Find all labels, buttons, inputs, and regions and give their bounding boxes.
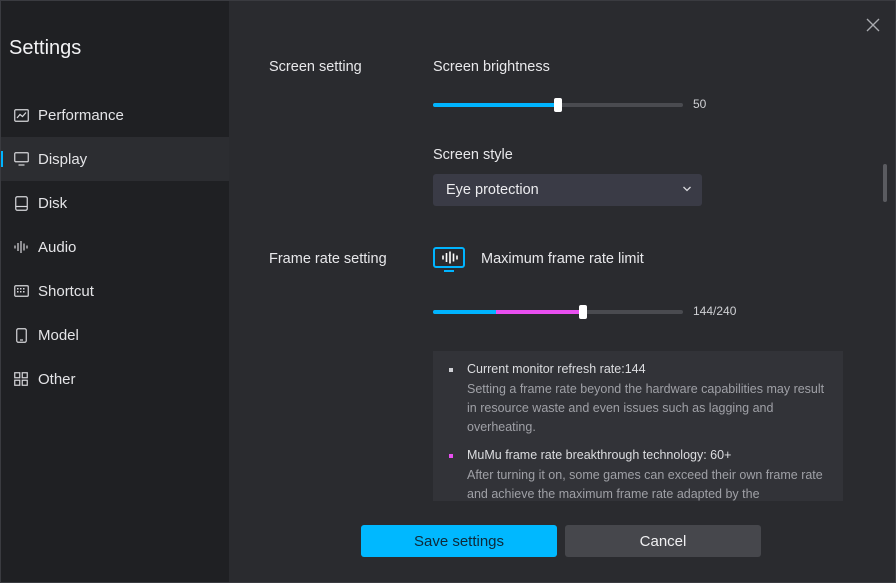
- brightness-slider-fill: [433, 103, 558, 107]
- grid-icon: [13, 371, 29, 387]
- close-icon: [866, 18, 880, 32]
- sidebar-item-performance[interactable]: Performance: [1, 93, 229, 137]
- sidebar-item-label: Model: [38, 326, 79, 344]
- disk-icon: [13, 195, 29, 211]
- refresh-rate-heading: Current monitor refresh rate:144: [467, 362, 646, 376]
- breakthrough-heading: MuMu frame rate breakthrough technology:…: [467, 448, 732, 462]
- sidebar-item-label: Performance: [38, 106, 124, 124]
- scrollbar[interactable]: [883, 164, 887, 202]
- screen-style-value: Eye protection: [446, 182, 539, 198]
- cancel-button[interactable]: Cancel: [565, 525, 761, 557]
- sidebar-item-label: Shortcut: [38, 282, 94, 300]
- bullet-icon: [449, 454, 453, 458]
- sidebar-item-audio[interactable]: Audio: [1, 225, 229, 269]
- sidebar-title: Settings: [9, 37, 82, 59]
- brightness-slider-thumb[interactable]: [554, 98, 562, 112]
- refresh-rate-description: Setting a frame rate beyond the hardware…: [467, 382, 825, 434]
- phone-icon: [13, 327, 29, 343]
- frame-rate-slider-fill: [433, 310, 496, 314]
- settings-window: Settings Performance Display Disk Audio: [0, 0, 896, 583]
- frame-rate-breakthrough-fill: [495, 310, 583, 314]
- frame-rate-slider-thumb[interactable]: [579, 305, 587, 319]
- frame-rate-setting-label: Frame rate setting: [269, 251, 387, 267]
- brightness-slider[interactable]: [433, 98, 683, 112]
- sidebar-item-other[interactable]: Other: [1, 357, 229, 401]
- sidebar-item-label: Disk: [38, 194, 68, 212]
- breakthrough-description: After turning it on, some games can exce…: [467, 468, 823, 501]
- sidebar-item-label: Other: [38, 370, 76, 388]
- sidebar-item-model[interactable]: Model: [1, 313, 229, 357]
- bullet-icon: [449, 368, 453, 372]
- sidebar-item-label: Audio: [38, 238, 77, 256]
- chevron-down-icon: [683, 186, 691, 192]
- brightness-value: 50: [693, 97, 707, 111]
- frame-rate-value: 144/240: [693, 304, 737, 318]
- frame-rate-limit-label: Maximum frame rate limit: [481, 251, 644, 267]
- frame-rate-slider[interactable]: [433, 305, 683, 319]
- sidebar-item-label: Display: [38, 150, 88, 168]
- frame-rate-monitor-icon: [433, 247, 465, 278]
- brightness-label: Screen brightness: [433, 59, 550, 75]
- close-button[interactable]: [863, 15, 883, 35]
- sidebar-item-disk[interactable]: Disk: [1, 181, 229, 225]
- monitor-icon: [13, 151, 29, 167]
- sidebar-item-display[interactable]: Display: [1, 137, 229, 181]
- sidebar-item-shortcut[interactable]: Shortcut: [1, 269, 229, 313]
- save-settings-button[interactable]: Save settings: [361, 525, 557, 557]
- screen-style-select[interactable]: Eye protection: [433, 174, 702, 206]
- frame-rate-info-box: Current monitor refresh rate:144 Setting…: [433, 351, 843, 501]
- audio-wave-icon: [13, 239, 29, 255]
- screen-style-label: Screen style: [433, 147, 513, 163]
- keyboard-icon: [13, 283, 29, 299]
- chart-icon: [13, 107, 29, 123]
- screen-setting-label: Screen setting: [269, 59, 362, 75]
- sidebar: Settings Performance Display Disk Audio: [1, 1, 229, 582]
